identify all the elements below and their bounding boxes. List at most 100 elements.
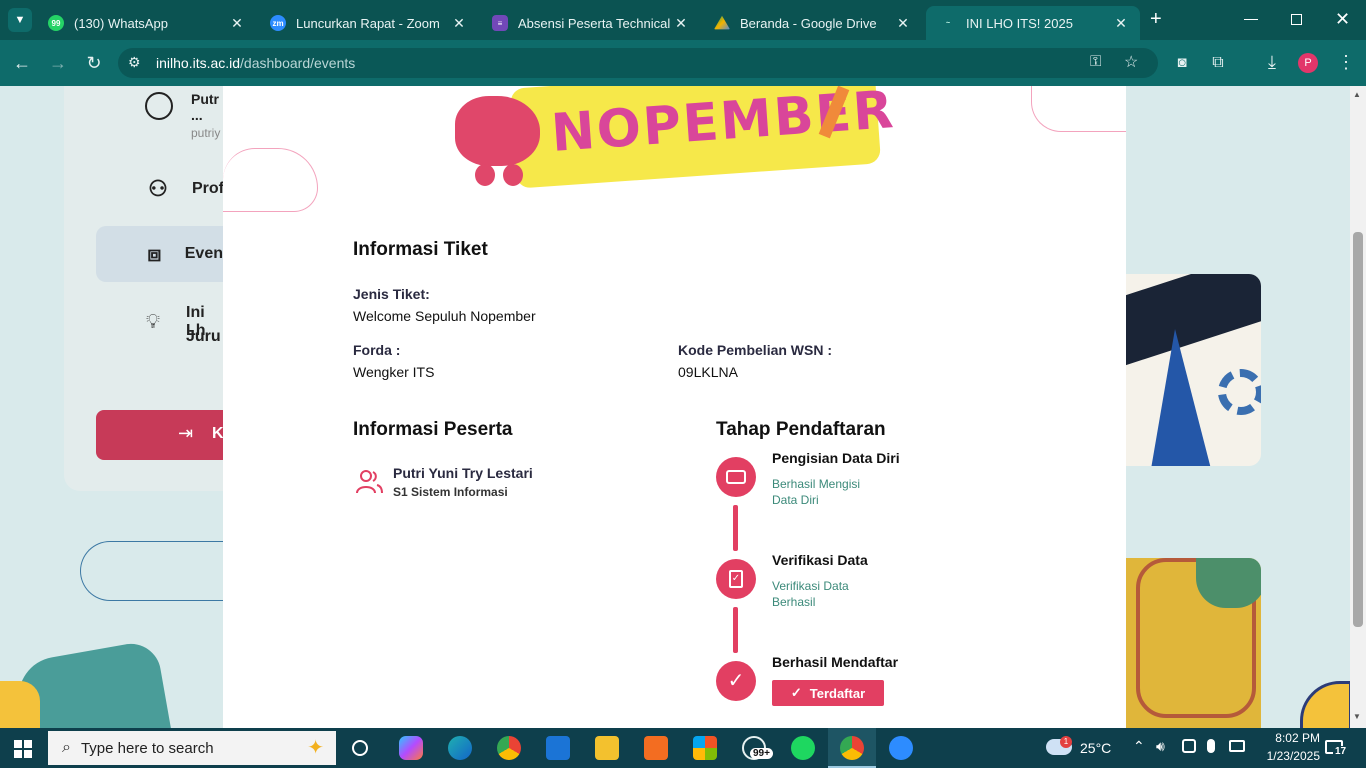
sidebar-item-inilho[interactable]: 💡︎ Ini Lh Juru — [96, 301, 223, 357]
copilot-sparkle-icon: ✦ — [307, 737, 324, 759]
sidebar-item-profile[interactable]: ⚇ Prof — [96, 161, 236, 217]
background-cloud-outline — [80, 541, 223, 601]
chrome-profile-active-button[interactable] — [828, 728, 876, 768]
file-explorer-icon[interactable] — [595, 736, 619, 760]
purchase-code-value: 09LKLNA — [678, 364, 738, 380]
sidebar-user-name: Putr — [191, 91, 219, 107]
page-background: Putr ... putriy ⚇ Prof ⧈ Even 💡︎ Ini Lh … — [0, 86, 1366, 728]
forward-button[interactable]: → — [46, 53, 70, 73]
sidebar-user-name-more: ... — [191, 107, 203, 123]
scroll-up-arrow[interactable]: ▲ — [1353, 90, 1361, 99]
page-scrollbar[interactable]: ▲ ▼ — [1350, 86, 1366, 728]
back-button[interactable]: ← — [10, 53, 34, 73]
close-icon[interactable]: ✕ — [448, 15, 470, 32]
address-bar[interactable]: ⚙ inilho.its.ac.id/dashboard/events ⚿ ☆ — [118, 48, 1158, 78]
registered-badge: ✓ Terdaftar — [772, 680, 884, 706]
tab-drive[interactable]: Beranda - Google Drive ✕ — [700, 6, 922, 40]
scroll-down-arrow[interactable]: ▼ — [1353, 712, 1361, 721]
events-icon: ⧈ — [147, 241, 162, 266]
close-icon[interactable]: ✕ — [226, 15, 248, 32]
step-3-circle: ✓ — [716, 661, 756, 701]
browser-tab-strip: ▼ 99 (130) WhatsApp ✕ zm Luncurkan Rapat… — [0, 0, 1366, 40]
extensions-icon[interactable]: ⧉ — [1206, 53, 1230, 73]
event-card-graduation[interactable] — [1126, 274, 1261, 466]
forda-label: Forda : — [353, 342, 401, 358]
download-icon[interactable]: ⤓ — [1260, 52, 1284, 72]
mascot-leg-right — [503, 164, 523, 186]
site-info-icon[interactable]: ⚙ — [128, 54, 141, 71]
chrome-icon[interactable] — [497, 736, 521, 760]
sidebar-item-events[interactable]: ⧈ Even — [96, 226, 223, 282]
close-window-button[interactable]: ✕ — [1335, 9, 1350, 29]
tab-title: Luncurkan Rapat - Zoom — [296, 15, 440, 31]
volume-icon[interactable]: 🔊︎ — [1156, 738, 1165, 755]
step-2-circle: ✓ — [716, 559, 756, 599]
camera-icon[interactable]: ◙ — [1170, 53, 1194, 73]
participant-major: S1 Sistem Informasi — [393, 485, 508, 499]
step-connector-1 — [733, 505, 738, 551]
id-card-icon — [726, 470, 746, 484]
tab-forms[interactable]: ≡ Absensi Peserta Technical M ✕ — [478, 6, 700, 40]
close-icon[interactable]: ✕ — [892, 15, 914, 32]
check-icon: ✓ — [727, 670, 745, 692]
event-card-map[interactable] — [1126, 558, 1261, 728]
tab-whatsapp[interactable]: 99 (130) WhatsApp ✕ — [34, 6, 256, 40]
tab-title: (130) WhatsApp — [74, 15, 168, 31]
map-green-patch — [1196, 558, 1261, 608]
whatsapp-badge: 99+ — [750, 748, 773, 759]
sidebar-item-label: Prof — [192, 180, 224, 197]
windows-start-icon[interactable] — [14, 740, 32, 758]
meet-now-icon[interactable] — [1182, 739, 1196, 753]
profile-avatar[interactable]: P — [1298, 53, 1318, 73]
show-hidden-icons-chevron-icon[interactable]: ⌃ — [1133, 738, 1145, 755]
password-key-icon[interactable]: ⚿ — [1090, 53, 1101, 70]
url-text: inilho.its.ac.id/dashboard/events — [156, 55, 355, 71]
cloud-outline-left — [223, 148, 318, 212]
tab-inilho[interactable]: ~ INI LHO ITS! 2025 ✕ — [926, 6, 1140, 40]
check-icon: ✓ — [790, 685, 802, 700]
weather-temp[interactable]: 25°C — [1080, 740, 1111, 756]
tab-title: Absensi Peserta Technical M — [518, 15, 670, 31]
registration-steps-heading: Tahap Pendaftaran — [716, 419, 886, 440]
network-icon[interactable] — [1229, 740, 1245, 752]
zoom-icon: zm — [270, 15, 286, 31]
clock-time[interactable]: 8:02 PM — [1258, 731, 1320, 745]
user-icon: ⚇ — [148, 176, 168, 201]
menu-kebab-icon[interactable]: ⋮ — [1334, 52, 1358, 72]
tab-title: Beranda - Google Drive — [740, 15, 877, 31]
forda-value: Wengker ITS — [353, 364, 435, 380]
scrollbar-thumb[interactable] — [1353, 232, 1363, 627]
xampp-icon[interactable] — [644, 736, 668, 760]
logout-label: K — [212, 425, 224, 442]
copilot-icon[interactable] — [399, 736, 423, 760]
restore-button[interactable] — [1291, 14, 1302, 25]
clock-date[interactable]: 1/23/2025 — [1250, 749, 1320, 763]
users-icon — [354, 467, 384, 497]
sidebar-avatar-icon — [145, 92, 173, 120]
step-1-title: Pengisian Data Diri — [772, 450, 900, 466]
taskbar-search-box[interactable]: ⌕ Type here to search ✦ — [48, 731, 336, 765]
task-view-icon[interactable] — [352, 740, 368, 756]
bookmark-star-icon[interactable]: ☆ — [1124, 52, 1138, 72]
step-3-title: Berhasil Mendaftar — [772, 654, 899, 670]
microphone-icon[interactable] — [1207, 739, 1215, 753]
spotify-icon[interactable] — [791, 736, 815, 760]
close-icon[interactable]: ✕ — [1110, 15, 1132, 32]
graduation-cap-illustration — [1126, 274, 1261, 369]
participant-name: Putri Yuni Try Lestari — [393, 465, 533, 481]
windows-taskbar: ⌕ Type here to search ✦ 99+ 1 25°C ⌃ 🔊︎ … — [0, 728, 1366, 768]
close-icon[interactable]: ✕ — [670, 15, 692, 32]
sidebar-user-sub: putriy — [191, 126, 221, 140]
url-path: /dashboard/events — [240, 55, 356, 71]
microsoft-store-icon[interactable] — [693, 736, 717, 760]
tab-search-button[interactable]: ▼ — [8, 8, 32, 32]
mail-icon[interactable] — [546, 736, 570, 760]
zoom-taskbar-icon[interactable] — [889, 736, 913, 760]
reload-button[interactable]: ↻ — [82, 53, 106, 73]
tab-zoom[interactable]: zm Luncurkan Rapat - Zoom ✕ — [256, 6, 478, 40]
edge-icon[interactable] — [448, 736, 472, 760]
minimize-button[interactable] — [1244, 19, 1258, 20]
new-tab-button[interactable]: + — [1150, 9, 1162, 29]
whatsapp-icon: 99 — [48, 15, 64, 31]
logout-button[interactable]: ⇥ K — [96, 410, 224, 460]
